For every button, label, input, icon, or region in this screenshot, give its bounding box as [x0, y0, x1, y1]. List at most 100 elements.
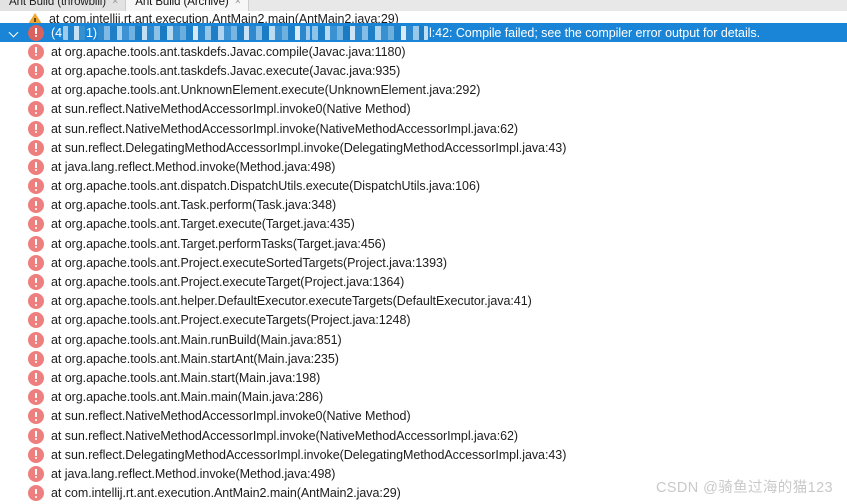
row-gutter: [0, 42, 28, 61]
list-item[interactable]: at org.apache.tools.ant.Task.perform(Tas…: [0, 196, 847, 215]
close-icon[interactable]: ×: [235, 0, 241, 8]
redacted-segment: [98, 25, 311, 40]
redacted-segment: [312, 25, 429, 40]
list-item[interactable]: at org.apache.tools.ant.Target.execute(T…: [0, 215, 847, 234]
selected-error-row[interactable]: (4 1) l:42: Compile failed; see the comp…: [0, 23, 847, 43]
list-item-label: at org.apache.tools.ant.Target.performTa…: [51, 236, 386, 251]
error-icon: [28, 139, 44, 156]
list-item[interactable]: at org.apache.tools.ant.Project.executeS…: [0, 253, 847, 272]
list-item-label: at org.apache.tools.ant.taskdefs.Javac.c…: [51, 44, 406, 59]
list-item[interactable]: at com.intellij.rt.ant.execution.AntMain…: [0, 11, 847, 23]
row-gutter: [0, 407, 28, 426]
tab-label: Ant Build (Archive): [135, 0, 229, 8]
error-icon: [28, 158, 44, 175]
list-item[interactable]: at org.apache.tools.ant.Project.executeT…: [0, 311, 847, 330]
error-icon: [28, 331, 44, 348]
list-item-label: at org.apache.tools.ant.UnknownElement.e…: [51, 83, 481, 98]
error-icon: [28, 312, 44, 329]
list-item[interactable]: at org.apache.tools.ant.Main.runBuild(Ma…: [0, 330, 847, 349]
ant-build-tool-window: Ant Build (throwbill) × Ant Build (Archi…: [0, 0, 847, 504]
list-item-label: at org.apache.tools.ant.Project.executeT…: [51, 313, 411, 328]
list-item[interactable]: at org.apache.tools.ant.Main.start(Main.…: [0, 368, 847, 387]
list-item[interactable]: at sun.reflect.NativeMethodAccessorImpl.…: [0, 100, 847, 119]
list-item-label: at org.apache.tools.ant.Main.runBuild(Ma…: [51, 332, 342, 347]
list-item-label: at java.lang.reflect.Method.invoke(Metho…: [51, 159, 336, 174]
redacted-segment: [63, 25, 86, 40]
list-item-label: at sun.reflect.NativeMethodAccessorImpl.…: [51, 409, 411, 424]
row-gutter: [0, 157, 28, 176]
error-icon: [28, 254, 44, 271]
warning-icon: [28, 11, 42, 23]
chevron-down-icon[interactable]: [9, 27, 20, 38]
list-item[interactable]: at org.apache.tools.ant.Target.performTa…: [0, 234, 847, 253]
error-icon: [28, 120, 44, 137]
list-item[interactable]: at org.apache.tools.ant.Main.startAnt(Ma…: [0, 349, 847, 368]
row-gutter: [0, 100, 28, 119]
row-gutter: [0, 426, 28, 445]
row-gutter: [0, 196, 28, 215]
build-message-list[interactable]: at com.intellij.rt.ant.execution.AntMain…: [0, 11, 847, 504]
list-item-label: at org.apache.tools.ant.Task.perform(Tas…: [51, 198, 337, 213]
list-item[interactable]: at org.apache.tools.ant.taskdefs.Javac.c…: [0, 42, 847, 61]
close-icon[interactable]: ×: [112, 0, 118, 8]
row-gutter: [0, 253, 28, 272]
error-icon: [28, 485, 44, 502]
row-gutter: [0, 138, 28, 157]
error-icon: [28, 197, 44, 214]
list-item[interactable]: at sun.reflect.NativeMethodAccessorImpl.…: [0, 426, 847, 445]
list-item[interactable]: at sun.reflect.DelegatingMethodAccessorI…: [0, 138, 847, 157]
row-gutter: [0, 119, 28, 138]
selected-row-prefix: (4: [51, 25, 63, 40]
error-icon: [28, 274, 44, 291]
list-item-label: at com.intellij.rt.ant.execution.AntMain…: [51, 486, 401, 501]
list-item-label: at org.apache.tools.ant.Main.main(Main.j…: [51, 390, 324, 405]
list-item[interactable]: at org.apache.tools.ant.Project.executeT…: [0, 272, 847, 291]
row-gutter: [0, 311, 28, 330]
list-item-label: at sun.reflect.DelegatingMethodAccessorI…: [51, 140, 567, 155]
row-gutter: [0, 349, 28, 368]
row-gutter: [0, 177, 28, 196]
row-gutter: [0, 330, 28, 349]
list-item[interactable]: at org.apache.tools.ant.UnknownElement.e…: [0, 81, 847, 100]
row-gutter: [0, 272, 28, 291]
list-item-label: at org.apache.tools.ant.Main.startAnt(Ma…: [51, 351, 339, 366]
expand-toggle[interactable]: [0, 23, 28, 42]
error-icon: [28, 389, 44, 406]
error-icon: [28, 101, 44, 118]
row-gutter: [0, 484, 28, 503]
list-item[interactable]: at org.apache.tools.ant.helper.DefaultEx…: [0, 292, 847, 311]
list-item-label: at sun.reflect.NativeMethodAccessorImpl.…: [51, 102, 411, 117]
error-icon: [28, 43, 44, 60]
list-item[interactable]: at java.lang.reflect.Method.invoke(Metho…: [0, 464, 847, 483]
list-item-label: at org.apache.tools.ant.Project.executeT…: [51, 275, 405, 290]
list-item-label: at com.intellij.rt.ant.execution.AntMain…: [49, 12, 399, 23]
tab-ant-build-archive[interactable]: Ant Build (Archive) ×: [126, 0, 249, 11]
list-item[interactable]: at org.apache.tools.ant.taskdefs.Javac.e…: [0, 61, 847, 80]
error-icon: [28, 235, 44, 252]
tab-ant-build-throwbill[interactable]: Ant Build (throwbill) ×: [0, 0, 127, 11]
list-item-label: at org.apache.tools.ant.Main.start(Main.…: [51, 370, 321, 385]
row-gutter: [0, 388, 28, 407]
list-item[interactable]: at org.apache.tools.ant.Main.main(Main.j…: [0, 388, 847, 407]
list-item[interactable]: at sun.reflect.DelegatingMethodAccessorI…: [0, 445, 847, 464]
row-gutter: [0, 81, 28, 100]
row-gutter: [0, 215, 28, 234]
error-icon: [28, 24, 44, 41]
list-item[interactable]: at sun.reflect.NativeMethodAccessorImpl.…: [0, 119, 847, 138]
error-icon: [28, 216, 44, 233]
list-item-label: at sun.reflect.NativeMethodAccessorImpl.…: [51, 121, 519, 136]
error-icon: [28, 82, 44, 99]
list-item[interactable]: at org.apache.tools.ant.dispatch.Dispatc…: [0, 177, 847, 196]
list-item[interactable]: at java.lang.reflect.Method.invoke(Metho…: [0, 157, 847, 176]
error-icon: [28, 408, 44, 425]
list-item-label: at java.lang.reflect.Method.invoke(Metho…: [51, 466, 336, 481]
list-item-label: at org.apache.tools.ant.dispatch.Dispatc…: [51, 179, 480, 194]
row-gutter: [0, 61, 28, 80]
error-icon: [28, 369, 44, 386]
list-item-label: at org.apache.tools.ant.Target.execute(T…: [51, 217, 355, 232]
selected-row-suffix: l:42: Compile failed; see the compiler e…: [429, 25, 761, 40]
list-item[interactable]: at sun.reflect.NativeMethodAccessorImpl.…: [0, 407, 847, 426]
list-item[interactable]: at com.intellij.rt.ant.execution.AntMain…: [0, 484, 847, 503]
error-icon: [28, 465, 44, 482]
error-icon: [28, 178, 44, 195]
